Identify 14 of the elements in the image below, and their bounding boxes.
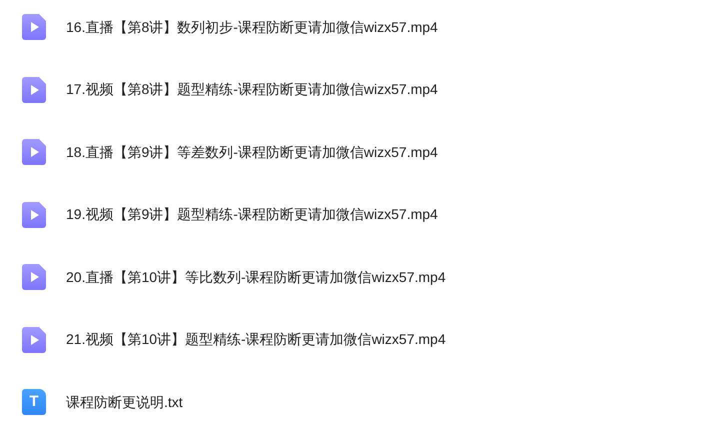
video-file-icon [22, 202, 46, 228]
file-name[interactable]: 19.视频【第9讲】题型精练-课程防断更请加微信wizx57.mp4 [66, 204, 438, 226]
text-file-icon: T [22, 389, 46, 416]
file-name[interactable]: 课程防断更说明.txt [66, 392, 183, 413]
file-name[interactable]: 20.直播【第10讲】等比数列-课程防断更请加微信wizx57.mp4 [66, 266, 446, 288]
video-file-icon [22, 326, 46, 353]
video-file-icon [22, 14, 46, 40]
file-name[interactable]: 17.视频【第8讲】题型精练-课程防断更请加微信wizx57.mp4 [66, 79, 438, 100]
video-file-icon [22, 264, 46, 290]
file-name[interactable]: 21.视频【第10讲】题型精练-课程防断更请加微信wizx57.mp4 [66, 329, 446, 350]
file-name[interactable]: 16.直播【第8讲】数列初步-课程防断更请加微信wizx57.mp4 [66, 16, 438, 38]
video-file-icon [22, 76, 46, 103]
video-file-icon [22, 139, 46, 166]
file-name[interactable]: 18.直播【第9讲】等差数列-课程防断更请加微信wizx57.mp4 [66, 142, 438, 163]
